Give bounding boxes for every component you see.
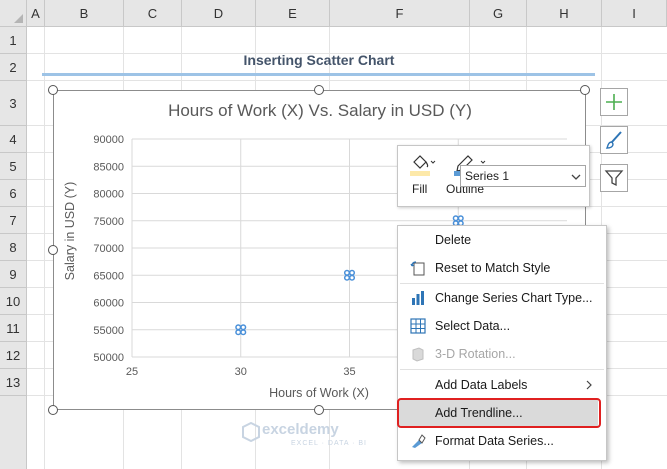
menu-separator	[400, 369, 604, 370]
menu-item-delete[interactable]: Delete	[398, 227, 606, 253]
chart-filters-button[interactable]	[600, 164, 628, 192]
y-tick-label: 80000	[93, 189, 124, 201]
highlight-outline	[397, 398, 601, 428]
menu-item-label: Change Series Chart Type...	[435, 291, 593, 305]
y-tick-label: 50000	[93, 352, 124, 364]
reset-style-icon	[410, 261, 425, 276]
chart-type-icon	[412, 291, 424, 305]
menu-separator	[400, 283, 604, 284]
y-tick-label: 70000	[93, 243, 124, 255]
paint-bucket-icon	[410, 155, 436, 176]
chart-styles-button[interactable]	[600, 126, 628, 154]
menu-item-change-chart-type[interactable]: Change Series Chart Type...	[398, 285, 606, 311]
menu-item-select-data[interactable]: Select Data...	[398, 313, 606, 339]
menu-item-label: Delete	[435, 233, 472, 247]
paintbrush-icon	[605, 131, 622, 149]
menu-item-3d-rotation[interactable]: 3-D Rotation...	[398, 341, 606, 367]
funnel-icon	[604, 170, 624, 187]
chart-elements-button[interactable]	[600, 88, 628, 116]
plus-icon	[606, 94, 622, 110]
watermark-tagline: EXCEL · DATA · BI	[291, 440, 367, 447]
series-select-value: Series 1	[465, 169, 510, 183]
format-series-icon	[412, 434, 426, 448]
x-tick-label: 25	[126, 366, 138, 378]
select-data-icon	[410, 318, 426, 334]
exceldemy-logo-icon	[242, 422, 260, 442]
y-tick-label: 75000	[93, 216, 124, 228]
menu-item-label: Format Data Series...	[435, 434, 554, 448]
chevron-right-icon	[586, 380, 592, 390]
y-tick-label: 55000	[93, 325, 124, 337]
menu-item-format-data-series[interactable]: Format Data Series...	[398, 428, 606, 454]
y-tick-label: 90000	[93, 134, 124, 146]
y-tick-label: 65000	[93, 270, 124, 282]
menu-item-label: Reset to Match Style	[435, 261, 551, 275]
x-tick-label: 35	[343, 366, 355, 378]
y-tick-label: 60000	[93, 298, 124, 310]
menu-item-reset-style[interactable]: Reset to Match Style	[398, 255, 606, 281]
menu-item-add-data-labels[interactable]: Add Data Labels	[398, 372, 606, 398]
3d-rotation-icon	[412, 347, 424, 362]
y-tick-label: 85000	[93, 161, 124, 173]
watermark-logo: exceldemy	[262, 421, 339, 438]
fill-label[interactable]: Fill	[412, 182, 427, 196]
menu-item-label: Select Data...	[435, 319, 511, 333]
series-select[interactable]: Series 1	[460, 165, 586, 187]
menu-item-label: 3-D Rotation...	[435, 347, 516, 361]
chevron-down-icon	[571, 174, 581, 180]
fill-button[interactable]	[409, 152, 437, 178]
x-tick-label: 30	[235, 366, 247, 378]
menu-item-label: Add Data Labels	[435, 378, 528, 392]
